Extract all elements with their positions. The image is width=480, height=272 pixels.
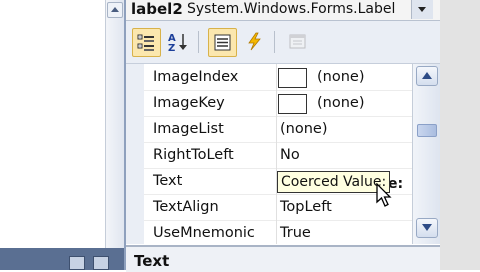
- object-selector[interactable]: label2 System.Windows.Forms.Label: [126, 0, 440, 21]
- properties-window: label2 System.Windows.Forms.Label A Z Im…: [124, 0, 442, 272]
- window-margin: [440, 0, 480, 270]
- categorized-button[interactable]: [132, 28, 161, 57]
- row-gutter: [126, 64, 144, 90]
- image-preview-icon: [278, 94, 307, 114]
- object-type: System.Windows.Forms.Label: [187, 1, 396, 17]
- designer-scrollbar[interactable]: [105, 0, 125, 248]
- tooltip: Coerced Value:: [277, 171, 391, 193]
- scroll-thumb[interactable]: [417, 124, 437, 137]
- property-value[interactable]: (none): [280, 119, 328, 139]
- property-name: Text: [153, 173, 183, 189]
- property-name: UseMnemonic: [153, 225, 255, 241]
- property-row[interactable]: ImageKey (none): [126, 90, 412, 117]
- property-pages-button[interactable]: [284, 28, 311, 55]
- property-row[interactable]: RightToLeft No: [126, 142, 412, 169]
- description-pane: Text: [126, 245, 440, 272]
- object-name: label2: [131, 0, 183, 18]
- property-value[interactable]: (none): [317, 93, 365, 113]
- row-gutter: [126, 194, 144, 220]
- row-gutter: [126, 168, 144, 194]
- properties-toolbar: A Z: [126, 21, 440, 64]
- mouse-cursor-icon: [376, 183, 392, 207]
- events-button[interactable]: [241, 28, 268, 55]
- scroll-up-icon[interactable]: [416, 66, 438, 86]
- property-name: RightToLeft: [153, 147, 234, 163]
- toolbar-separator: [198, 31, 199, 53]
- grid-scrollbar[interactable]: [412, 64, 441, 244]
- property-value[interactable]: No: [280, 145, 300, 165]
- property-pages-icon: [289, 34, 306, 49]
- property-row[interactable]: ImageIndex (none): [126, 64, 412, 91]
- property-name: ImageIndex: [153, 69, 239, 85]
- property-grid: ImageIndex (none) ImageKey (none) ImageL…: [126, 64, 412, 244]
- row-gutter: [126, 142, 144, 168]
- alphabetical-icon: A Z: [168, 33, 187, 52]
- properties-icon: [214, 34, 231, 51]
- row-gutter: [126, 90, 144, 116]
- properties-button[interactable]: [208, 28, 237, 57]
- chevron-down-icon[interactable]: [411, 0, 433, 19]
- property-value[interactable]: True: [280, 223, 311, 243]
- property-name: ImageList: [153, 121, 224, 137]
- property-row[interactable]: TextAlign TopLeft: [126, 194, 412, 221]
- property-row[interactable]: UseMnemonic True: [126, 220, 412, 244]
- column-divider[interactable]: [276, 220, 277, 244]
- designer-area: [0, 0, 125, 270]
- property-value[interactable]: TopLeft: [280, 197, 332, 217]
- lightning-icon: [248, 32, 261, 51]
- svg-text:Z: Z: [168, 43, 175, 52]
- column-divider[interactable]: [276, 116, 277, 142]
- property-row[interactable]: ImageList (none): [126, 116, 412, 143]
- window-button-icon[interactable]: [93, 256, 109, 270]
- column-divider[interactable]: [276, 64, 277, 90]
- toolbar-separator: [274, 31, 275, 53]
- property-name: ImageKey: [153, 95, 225, 111]
- row-gutter: [126, 116, 144, 142]
- designer-surface[interactable]: [0, 0, 106, 249]
- column-divider[interactable]: [276, 90, 277, 116]
- scroll-down-icon[interactable]: [416, 218, 438, 238]
- column-divider[interactable]: [276, 194, 277, 220]
- window-button-icon[interactable]: [69, 256, 85, 270]
- alphabetical-button[interactable]: A Z: [164, 28, 191, 55]
- image-preview-icon: [278, 68, 307, 88]
- categorized-icon: [137, 34, 154, 51]
- property-name: TextAlign: [153, 199, 219, 215]
- property-value[interactable]: (none): [317, 67, 365, 87]
- designer-scroll-up-icon[interactable]: [107, 2, 123, 18]
- description-title: Text: [134, 252, 170, 270]
- row-gutter: [126, 220, 144, 244]
- column-divider[interactable]: [276, 142, 277, 168]
